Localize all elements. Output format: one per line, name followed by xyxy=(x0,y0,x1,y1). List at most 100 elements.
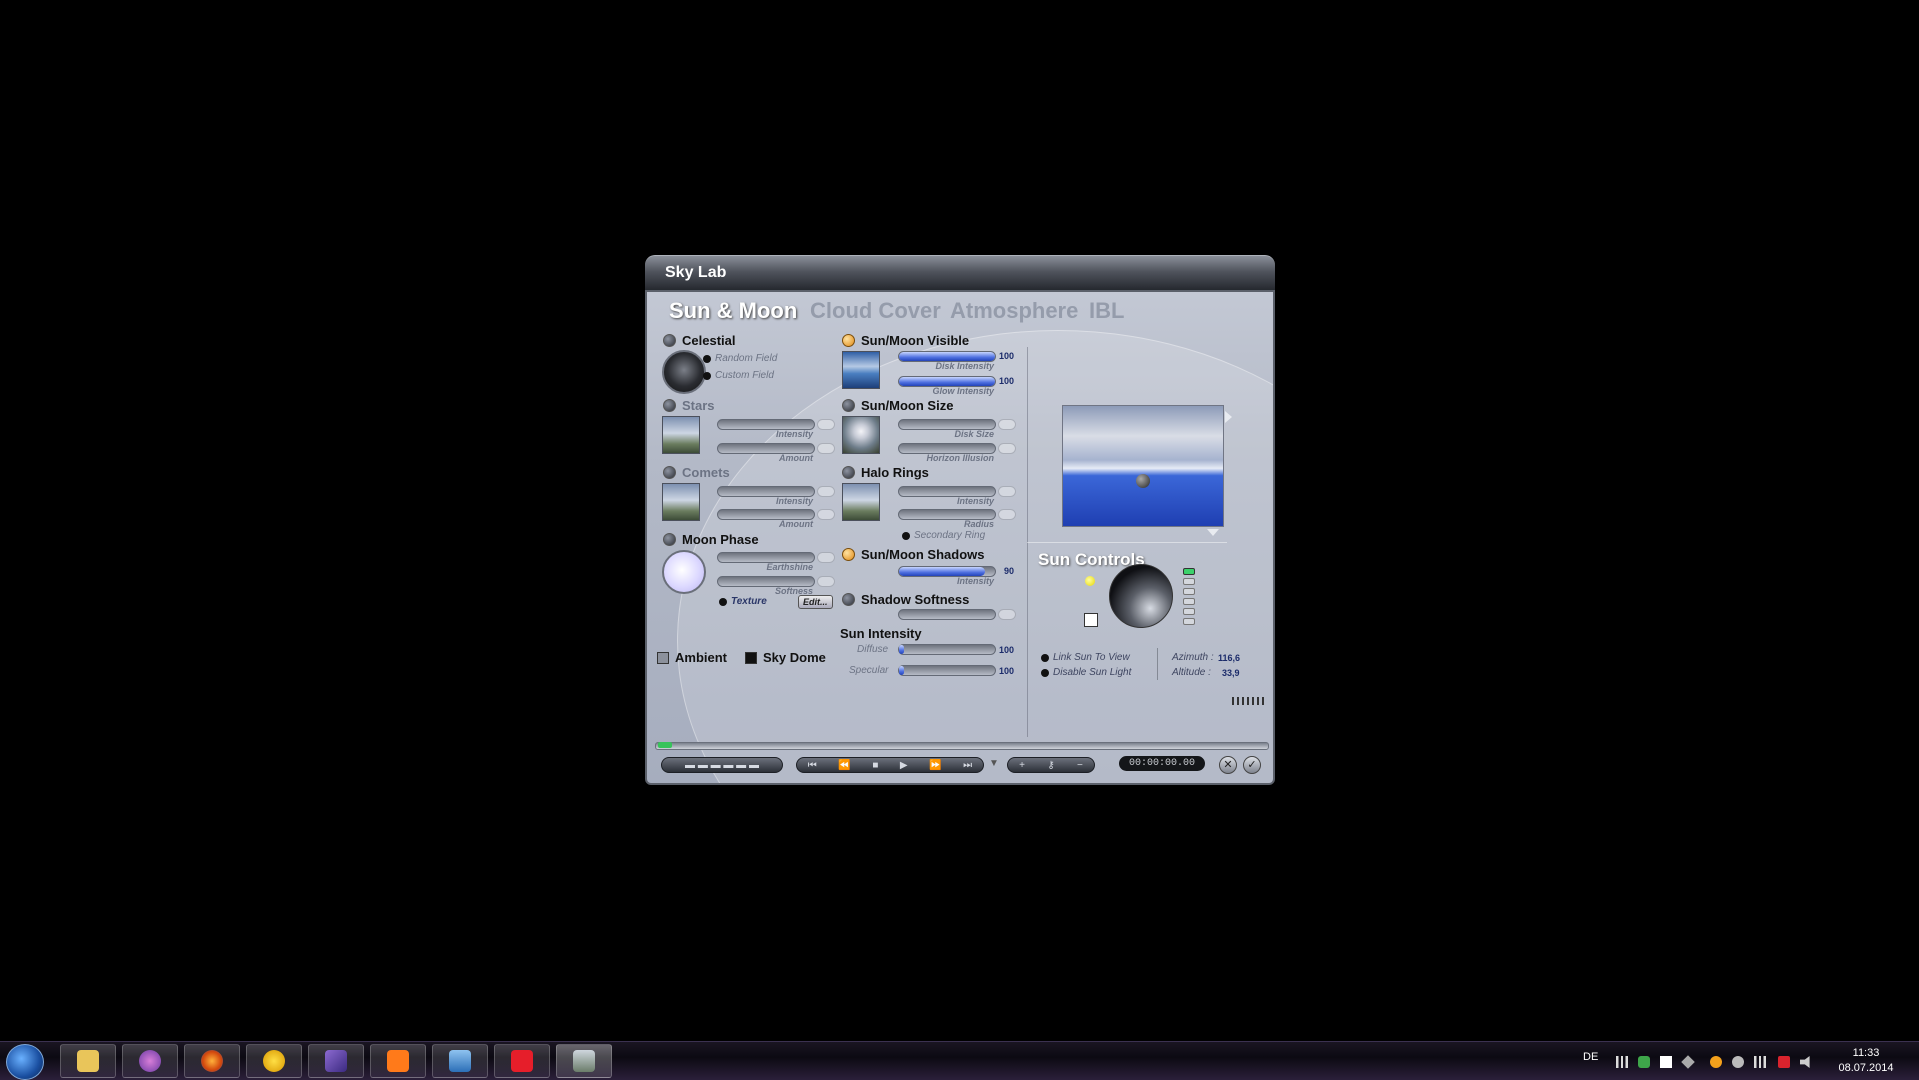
cancel-button[interactable]: ✕ xyxy=(1219,756,1237,774)
sun-moon-size-toggle-icon[interactable] xyxy=(842,399,855,412)
azimuth-value[interactable]: 116,6 xyxy=(1218,653,1240,663)
keyframe-memory-dots[interactable]: ▬ ▬ ▬ ▬ ▬ ▬ xyxy=(661,757,783,773)
link-sun-to-view-option[interactable]: Link Sun To View xyxy=(1041,652,1130,663)
horizon-illusion-knob[interactable] xyxy=(998,443,1016,454)
mail-taskbar-button[interactable] xyxy=(370,1044,426,1078)
stars-intensity-knob[interactable] xyxy=(817,419,835,430)
sky-preview-image[interactable] xyxy=(1062,405,1224,527)
remove-key-icon[interactable]: − xyxy=(1077,760,1083,771)
tab-ibl[interactable]: IBL xyxy=(1089,298,1124,324)
visual-studio-taskbar-button[interactable] xyxy=(308,1044,364,1078)
halo-radius-knob[interactable] xyxy=(998,509,1016,520)
timecode-display[interactable]: 00:00:00.00 xyxy=(1119,756,1205,771)
sun-direction-trackball[interactable] xyxy=(1109,564,1173,628)
sun-level-meter[interactable] xyxy=(1183,568,1195,628)
disable-sun-light-option[interactable]: Disable Sun Light xyxy=(1041,667,1131,678)
specular-slider[interactable] xyxy=(898,665,996,676)
stars-amount-knob[interactable] xyxy=(817,443,835,454)
edit-texture-button[interactable]: Edit... xyxy=(798,595,833,609)
network-icon[interactable] xyxy=(1732,1056,1744,1068)
light-color-swatch[interactable] xyxy=(1084,613,1098,627)
moon-phase-header[interactable]: Moon Phase xyxy=(663,532,759,547)
shadow-softness-toggle-icon[interactable] xyxy=(842,593,855,606)
sun-moon-visible-thumbnail[interactable] xyxy=(842,351,880,389)
options-dropdown-icon[interactable]: ▼ xyxy=(989,758,999,769)
tab-cloud-cover[interactable]: Cloud Cover xyxy=(810,298,941,324)
comets-intensity-knob[interactable] xyxy=(817,486,835,497)
comets-toggle-icon[interactable] xyxy=(663,466,676,479)
next-frame-icon[interactable]: ⏩ xyxy=(929,760,941,771)
sun-moon-visible-header[interactable]: Sun/Moon Visible xyxy=(842,333,969,348)
orange-tray-icon[interactable] xyxy=(1710,1056,1722,1068)
last-frame-icon[interactable]: ⏭ xyxy=(963,760,972,771)
stars-toggle-icon[interactable] xyxy=(663,399,676,412)
key-icon[interactable]: ⚷ xyxy=(1047,760,1054,771)
bryce-taskbar-button[interactable] xyxy=(556,1044,612,1078)
comets-amount-knob[interactable] xyxy=(817,509,835,520)
wifi-icon[interactable] xyxy=(1754,1056,1766,1068)
sun-moon-size-thumbnail[interactable] xyxy=(842,416,880,454)
sun-moon-shadows-toggle-icon[interactable] xyxy=(842,548,855,561)
explorer-taskbar-button[interactable] xyxy=(60,1044,116,1078)
ambient-checkbox-box[interactable] xyxy=(657,651,669,664)
sun-color-icon[interactable] xyxy=(1085,576,1095,586)
halo-intensity-knob[interactable] xyxy=(998,486,1016,497)
ambient-checkbox[interactable]: Ambient xyxy=(657,650,727,665)
sky-dome-checkbox[interactable]: Sky Dome xyxy=(745,650,826,665)
w-app-icon[interactable] xyxy=(1660,1056,1672,1068)
texture-option[interactable]: Texture xyxy=(719,596,767,607)
stars-header[interactable]: Stars xyxy=(663,398,715,413)
stop-icon[interactable]: ■ xyxy=(872,760,878,771)
sky-dome-checkbox-box[interactable] xyxy=(745,651,757,664)
celestial-toggle-icon[interactable] xyxy=(663,334,676,347)
app-taskbar-button[interactable] xyxy=(246,1044,302,1078)
comets-thumbnail[interactable] xyxy=(662,483,700,521)
sun-moon-size-header[interactable]: Sun/Moon Size xyxy=(842,398,953,413)
halo-rings-toggle-icon[interactable] xyxy=(842,466,855,479)
messenger-taskbar-button[interactable] xyxy=(122,1044,178,1078)
sun-moon-shadows-header[interactable]: Sun/Moon Shadows xyxy=(842,547,985,562)
custom-field-option[interactable]: Custom Field xyxy=(703,370,774,381)
first-frame-icon[interactable]: ⏮ xyxy=(808,760,817,771)
keyframe-controls[interactable]: + ⚷ − xyxy=(1007,757,1095,773)
ok-button[interactable]: ✓ xyxy=(1243,756,1261,774)
stars-thumbnail[interactable] xyxy=(662,416,700,454)
prev-frame-icon[interactable]: ⏪ xyxy=(838,760,850,771)
altitude-value[interactable]: 33,9 xyxy=(1222,668,1240,678)
disk-size-knob[interactable] xyxy=(998,419,1016,430)
sun-moon-visible-toggle-icon[interactable] xyxy=(842,334,855,347)
preview-expand-down-icon[interactable] xyxy=(1207,529,1219,536)
random-field-option[interactable]: Random Field xyxy=(703,353,777,364)
shadow-softness-header[interactable]: Shadow Softness xyxy=(842,592,969,607)
moon-phase-toggle-icon[interactable] xyxy=(663,533,676,546)
secondary-ring-option[interactable]: Secondary Ring xyxy=(902,530,985,541)
shadow-softness-knob[interactable] xyxy=(998,609,1016,620)
sun-position-marker[interactable] xyxy=(1136,474,1150,488)
control-panel-taskbar-button[interactable] xyxy=(432,1044,488,1078)
paint-app-taskbar-button[interactable] xyxy=(494,1044,550,1078)
preview-expand-right-icon[interactable] xyxy=(1225,411,1232,423)
timeline-playhead[interactable] xyxy=(658,742,672,748)
halo-rings-thumbnail[interactable] xyxy=(842,483,880,521)
shadow-softness-slider[interactable] xyxy=(898,609,996,620)
firefox-taskbar-button[interactable] xyxy=(184,1044,240,1078)
moon-phase-sphere-icon[interactable] xyxy=(662,550,706,594)
playback-controls[interactable]: ⏮ ⏪ ■ ▶ ⏩ ⏭ xyxy=(796,757,984,773)
add-key-icon[interactable]: + xyxy=(1019,760,1025,771)
celestial-header[interactable]: Celestial xyxy=(663,333,735,348)
earthshine-knob[interactable] xyxy=(817,552,835,563)
comets-header[interactable]: Comets xyxy=(663,465,730,480)
start-button[interactable] xyxy=(6,1044,44,1080)
antivirus-icon[interactable] xyxy=(1778,1056,1790,1068)
resize-grip-icon[interactable] xyxy=(1232,697,1266,705)
diffuse-slider[interactable] xyxy=(898,644,996,655)
timeline-scrubber[interactable] xyxy=(655,742,1269,750)
tab-sun-moon[interactable]: Sun & Moon xyxy=(669,298,797,324)
signal-icon[interactable] xyxy=(1616,1056,1628,1068)
halo-rings-header[interactable]: Halo Rings xyxy=(842,465,929,480)
softness-knob[interactable] xyxy=(817,576,835,587)
celestial-sphere-icon[interactable] xyxy=(662,350,706,394)
system-clock[interactable]: 11:33 08.07.2014 xyxy=(1822,1046,1910,1076)
language-indicator[interactable]: DE xyxy=(1583,1051,1598,1063)
play-icon[interactable]: ▶ xyxy=(900,760,908,771)
